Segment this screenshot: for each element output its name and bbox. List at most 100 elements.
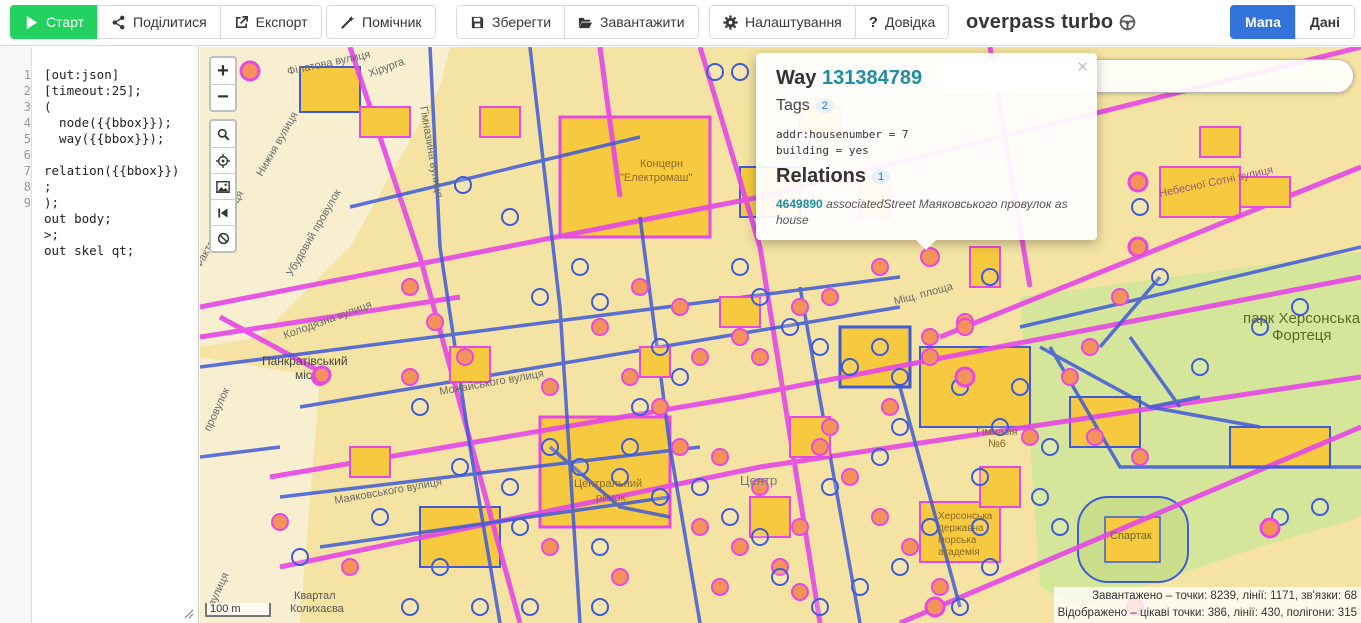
map-view[interactable]: Філатова вулиця Хірурга Нижня вулиця Фак… (200, 47, 1361, 623)
code-line: out body; (44, 211, 112, 226)
stats-panel: Завантажено – точки: 8239, лінії: 1171, … (1053, 587, 1361, 623)
resize-grip-icon[interactable] (184, 609, 194, 619)
export-button[interactable]: Експорт (219, 5, 322, 39)
line-gutter: 1 2 3 4 5 6 7 8 9 (0, 47, 32, 623)
help-button[interactable]: ? Довідка (854, 5, 950, 39)
tags-list: addr:housenumber = 7 building = yes (776, 127, 908, 159)
toggle-data-button[interactable] (211, 225, 235, 251)
tab-map-label: Мапа (1245, 14, 1281, 30)
relations-count-badge: 1 (872, 169, 891, 184)
line-number: 9 (23, 196, 31, 210)
wizard-group: Помічник (326, 5, 436, 39)
save-load-group: Зберегти Завантажити (456, 5, 699, 39)
place-label: Панкратівський (262, 354, 348, 368)
wizard-button[interactable]: Помічник (326, 5, 436, 39)
help-label: Довідка (884, 14, 936, 30)
run-share-export-group: Старт Поділитися Експорт (10, 5, 322, 39)
place-label: морська (938, 535, 977, 546)
code-line: ); (44, 195, 60, 210)
place-label: Спартак (1110, 530, 1152, 542)
place-label: академія (938, 547, 980, 558)
layers-image-button[interactable] (211, 173, 235, 199)
skip-back-icon (218, 208, 228, 217)
popup-feature-type: Way (776, 67, 817, 89)
line-number: 4 (23, 116, 31, 130)
zoom-in-button[interactable]: + (211, 58, 235, 84)
ban-icon (217, 232, 229, 245)
place-label: Концерн (640, 158, 683, 170)
settings-help-group: Налаштування ? Довідка (709, 5, 950, 39)
place-label: парк Херсонська (1243, 310, 1361, 327)
line-number: 3 (23, 100, 31, 114)
line-number: 6 (23, 148, 31, 162)
load-button[interactable]: Завантажити (564, 5, 699, 39)
question-icon: ? (868, 13, 878, 31)
place-label: Квартал (294, 590, 336, 602)
query-editor[interactable]: 1 2 3 4 5 6 7 8 9 [out:json] [timeout:25… (0, 47, 199, 623)
run-button[interactable]: Старт (10, 5, 99, 39)
place-label: Колихаєва (290, 603, 345, 615)
run-label: Старт (46, 14, 85, 30)
close-icon[interactable]: ✕ (1076, 58, 1089, 76)
app-title: overpass turbo (966, 11, 1136, 34)
code-line: >; (44, 227, 60, 242)
place-label: Центральний (574, 478, 642, 490)
tags-heading: Tags 2 (776, 97, 834, 115)
relations-heading-text: Relations (776, 165, 867, 187)
zoom-control: + − (209, 56, 237, 112)
line-number: 1 (23, 68, 31, 82)
place-label: №6 (988, 438, 1006, 450)
line-number: 5 (23, 132, 31, 146)
export-label: Експорт (255, 14, 308, 30)
code-line: ; (44, 179, 52, 194)
place-label: Херсонська (938, 511, 993, 522)
crosshair-icon (216, 153, 230, 168)
tab-data-label: Дані (1309, 14, 1340, 30)
save-label: Зберегти (492, 14, 552, 30)
place-label: "Електромаш" (620, 172, 692, 184)
code-line: out skel qt; (44, 243, 135, 258)
image-icon (216, 180, 230, 193)
search-map-button[interactable] (211, 121, 235, 147)
place-label: міс (295, 368, 312, 382)
share-button[interactable]: Поділитися (97, 5, 221, 39)
app-title-text: overpass turbo (966, 11, 1114, 33)
tag-row: addr:housenumber = 7 (776, 128, 909, 141)
fit-data-button[interactable] (211, 199, 235, 225)
code-line: node({{bbox}}); (44, 115, 172, 130)
code-line: [timeout:25]; (44, 83, 142, 98)
play-icon (26, 15, 38, 29)
tags-heading-text: Tags (776, 97, 810, 114)
view-tabs: Мапа Дані (1230, 5, 1355, 39)
relation-id-link[interactable]: 4649890 (776, 197, 823, 211)
feature-popup: ✕ Way 131384789 Tags 2 addr:housenumber =… (756, 53, 1097, 240)
code-line: ( (44, 99, 52, 114)
external-link-icon (235, 15, 248, 28)
folder-open-icon (578, 17, 593, 28)
tab-map[interactable]: Мапа (1230, 5, 1296, 39)
zoom-out-button[interactable]: − (211, 84, 235, 110)
map-tools-control (209, 119, 237, 253)
place-label: Центр (740, 473, 777, 488)
place-label: державна (938, 523, 984, 534)
popup-feature-id-link[interactable]: 131384789 (822, 67, 922, 89)
tags-count-badge: 2 (815, 98, 834, 113)
settings-label: Налаштування (745, 14, 842, 30)
code-line: relation({{bbox}}) (44, 163, 180, 178)
wizard-label: Помічник (362, 14, 422, 30)
settings-button[interactable]: Налаштування (709, 5, 856, 39)
scale-bar: 100 m (205, 603, 271, 617)
floppy-disk-icon (471, 16, 484, 28)
share-icon (112, 15, 125, 29)
locate-button[interactable] (211, 147, 235, 173)
load-label: Завантажити (600, 14, 685, 30)
save-button[interactable]: Зберегти (456, 5, 566, 39)
tab-data[interactable]: Дані (1294, 5, 1355, 39)
code-line: way({{bbox}}); (44, 131, 165, 146)
magic-wand-icon (341, 15, 355, 29)
share-label: Поділитися (133, 14, 207, 30)
magnifier-icon (217, 128, 229, 140)
popup-tip (916, 240, 936, 250)
tag-row: building = yes (776, 144, 869, 157)
relation-entry: 4649890 associatedStreet Маяковського пр… (776, 196, 1076, 228)
